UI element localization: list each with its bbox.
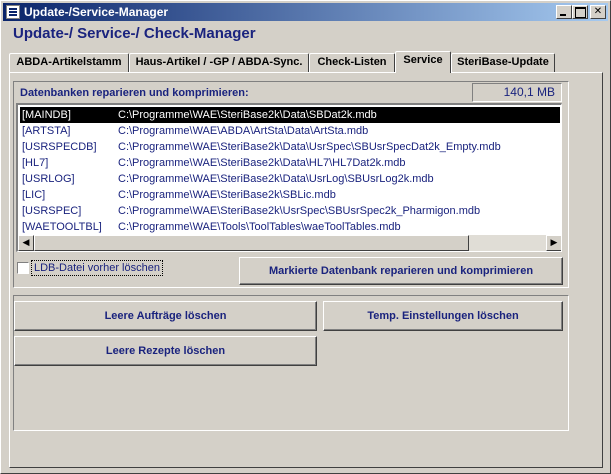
db-key: [MAINDB]: [22, 109, 71, 121]
window-title: Update-/Service-Manager: [24, 5, 169, 19]
db-path: C:\Programme\WAE\SteriBase2k\SBLic.mdb: [118, 189, 336, 201]
db-key: [USRSPEC]: [22, 205, 82, 217]
tab-check-listen[interactable]: Check-Listen: [309, 53, 395, 72]
db-key: [LIC]: [22, 189, 46, 201]
maximize-button[interactable]: [572, 5, 588, 19]
tab-label: SteriBase-Update: [457, 56, 549, 68]
db-key: [USRSPECDB]: [22, 141, 97, 153]
tab-steribase-update[interactable]: SteriBase-Update: [451, 53, 555, 72]
db-path: C:\Programme\WAE\Tools\ToolTables\waeToo…: [118, 221, 401, 233]
app-icon: [6, 5, 20, 19]
tab-label: ABDA-Artikelstamm: [16, 56, 122, 68]
tab-service[interactable]: Service: [395, 51, 451, 73]
tab-haus-artikel[interactable]: Haus-Artikel / -GP / ABDA-Sync.: [129, 53, 309, 72]
db-path: C:\Programme\WAE\SteriBase2k\UsrSpec\SBU…: [118, 205, 481, 217]
tab-label: Service: [403, 54, 443, 66]
page-title: Update-/ Service-/ Check-Manager: [13, 25, 256, 42]
close-button[interactable]: ✕: [590, 5, 606, 19]
repair-compact-button[interactable]: Markierte Datenbank reparieren und kompr…: [239, 257, 563, 285]
scroll-right-icon[interactable]: ▶: [546, 235, 561, 251]
database-list[interactable]: [MAINDB] C:\Programme\WAE\SteriBase2k\Dat…: [16, 103, 562, 252]
db-key: [HL7]: [22, 157, 49, 169]
db-path: C:\Programme\WAE\SteriBase2k\Data\UsrSpe…: [118, 141, 501, 153]
db-path: C:\Programme\WAE\SteriBase2k\Data\HL7\HL…: [118, 157, 406, 169]
tab-label: Check-Listen: [317, 56, 387, 68]
clear-orders-button[interactable]: Leere Aufträge löschen: [14, 301, 317, 331]
app-window: Update-/Service-Manager ✕ Update-/ Servi…: [0, 0, 611, 474]
tab-abda-artikelstamm[interactable]: ABDA-Artikelstamm: [9, 53, 129, 72]
title-bar[interactable]: Update-/Service-Manager ✕: [3, 3, 608, 21]
db-path: C:\Programme\WAE\ABDA\ArtSta\Data\ArtSta…: [118, 125, 369, 137]
ldb-delete-checkbox[interactable]: [17, 262, 29, 274]
db-key: [WAETOOLTBL]: [22, 221, 102, 233]
clear-recipes-button[interactable]: Leere Rezepte löschen: [14, 336, 317, 366]
list-item[interactable]: [MAINDB] C:\Programme\WAE\SteriBase2k\Dat…: [20, 107, 560, 123]
db-path: C:\Programme\WAE\SteriBase2k\Data\UsrLog…: [118, 173, 434, 185]
database-size-display: 140,1 MB: [472, 83, 562, 102]
scroll-left-icon[interactable]: ◀: [18, 235, 34, 251]
list-item[interactable]: [ARTSTA] C:\Programme\WAE\ABDA\ArtSta\Dat…: [20, 123, 560, 139]
scrollbar-thumb[interactable]: [34, 235, 469, 251]
list-item[interactable]: [WAETOOLTBL] C:\Programme\WAE\Tools\ToolT…: [20, 219, 560, 235]
list-item[interactable]: [USRSPECDB] C:\Programme\WAE\SteriBase2k\…: [20, 139, 560, 155]
clear-temp-settings-button[interactable]: Temp. Einstellungen löschen: [323, 301, 563, 331]
list-item[interactable]: [HL7] C:\Programme\WAE\SteriBase2k\Data\H…: [20, 155, 560, 171]
horizontal-scrollbar[interactable]: ◀ ▶: [18, 235, 561, 251]
db-key: [USRLOG]: [22, 173, 75, 185]
list-item[interactable]: [USRLOG] C:\Programme\WAE\SteriBase2k\Dat…: [20, 171, 560, 187]
ldb-delete-label[interactable]: LDB-Datei vorher löschen: [31, 260, 163, 276]
db-path: C:\Programme\WAE\SteriBase2k\Data\SBDat2…: [118, 109, 377, 121]
tab-label: Haus-Artikel / -GP / ABDA-Sync.: [135, 56, 303, 68]
section-label: Datenbanken reparieren und komprimieren:: [20, 87, 249, 99]
db-key: [ARTSTA]: [22, 125, 71, 137]
list-item[interactable]: [USRSPEC] C:\Programme\WAE\SteriBase2k\Us…: [20, 203, 560, 219]
minimize-button[interactable]: [556, 5, 572, 19]
list-item[interactable]: [LIC] C:\Programme\WAE\SteriBase2k\SBLic.…: [20, 187, 560, 203]
